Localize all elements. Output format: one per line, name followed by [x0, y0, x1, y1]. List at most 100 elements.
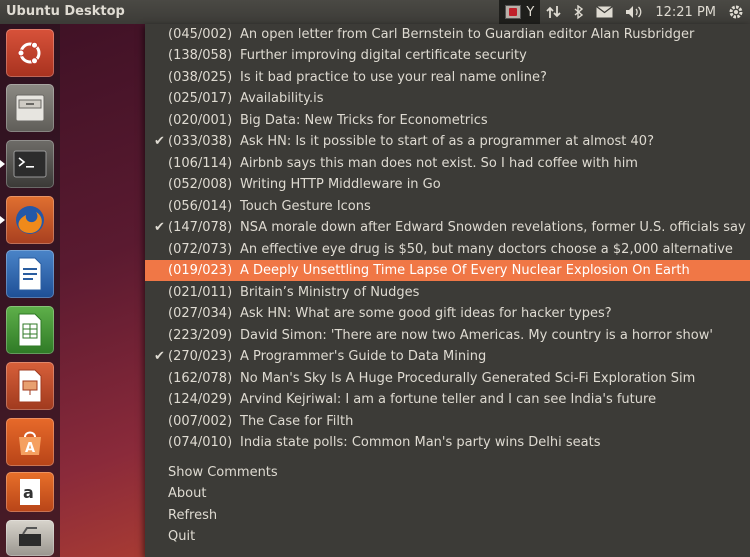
- menu-story-item[interactable]: (106/114) Airbnb says this man does not …: [145, 153, 750, 174]
- hacker-news-menu: (045/002) An open letter from Carl Berns…: [145, 24, 750, 557]
- story-score: (056/014): [168, 199, 233, 214]
- show-comments-item[interactable]: Show Comments: [168, 462, 278, 483]
- menu-story-item[interactable]: (074/010) India state polls: Common Man'…: [145, 432, 750, 453]
- software-center-icon[interactable]: A: [6, 418, 54, 466]
- menu-story-item[interactable]: (027/034) Ask HN: What are some good gif…: [145, 303, 750, 324]
- network-arrows-icon: [546, 6, 561, 18]
- story-title: Arvind Kejriwal: I am a fortune teller a…: [240, 392, 657, 407]
- story-title: An effective eye drug is $50, but many d…: [240, 242, 733, 257]
- menu-story-item[interactable]: (138/058) Further improving digital cert…: [145, 45, 750, 66]
- story-title: Britain’s Ministry of Nudges: [240, 285, 420, 300]
- firefox-icon[interactable]: [6, 196, 54, 244]
- story-title: Further improving digital certificate se…: [240, 48, 527, 63]
- speaker-icon: [626, 6, 642, 18]
- running-indicator: [0, 216, 5, 224]
- menu-story-item[interactable]: (162/078) No Man's Sky Is A Huge Procedu…: [145, 368, 750, 389]
- story-title: No Man's Sky Is A Huge Procedurally Gene…: [240, 371, 696, 386]
- story-title: The Case for Filth: [240, 414, 354, 429]
- story-score: (106/114): [168, 156, 233, 171]
- sound-indicator[interactable]: [619, 0, 649, 24]
- indicator-area: Y 12:21 PM: [499, 0, 750, 24]
- story-score: (007/002): [168, 414, 233, 429]
- session-indicator[interactable]: [722, 0, 750, 24]
- about-item[interactable]: About: [168, 483, 206, 504]
- story-score: (027/034): [168, 306, 233, 321]
- menu-story-item-highlighted[interactable]: (019/023) A Deeply Unsettling Time Lapse…: [145, 260, 750, 281]
- story-title: Ask HN: What are some good gift ideas fo…: [240, 306, 612, 321]
- story-title: David Simon: 'There are now two Americas…: [240, 328, 713, 343]
- settings-icon[interactable]: [6, 520, 54, 556]
- menu-story-item[interactable]: (007/002) The Case for Filth: [145, 411, 750, 432]
- story-score: (223/209): [168, 328, 233, 343]
- menu-story-item[interactable]: ✔ (270/023) A Programmer's Guide to Data…: [145, 346, 750, 367]
- menu-story-item[interactable]: (025/017) Availability.is: [145, 88, 750, 109]
- story-score: (020/001): [168, 113, 233, 128]
- svg-text:a: a: [23, 483, 34, 502]
- menu-story-item[interactable]: (072/073) An effective eye drug is $50, …: [145, 239, 750, 260]
- file-cabinet-icon[interactable]: [6, 84, 54, 132]
- ubuntu-logo-icon: [17, 41, 41, 65]
- checkmark-icon: ✔: [154, 134, 165, 149]
- window-title: Ubuntu Desktop: [6, 4, 125, 19]
- story-score: (045/002): [168, 27, 233, 42]
- quit-item[interactable]: Quit: [168, 526, 195, 547]
- story-score: (138/058): [168, 48, 233, 63]
- story-score: (033/038): [168, 134, 233, 149]
- gear-icon: [729, 5, 743, 19]
- story-score: (124/029): [168, 392, 233, 407]
- hn-app-icon: [505, 5, 522, 19]
- story-score: (038/025): [168, 70, 233, 85]
- story-score: (162/078): [168, 371, 233, 386]
- story-score: (052/008): [168, 177, 233, 192]
- story-title: Ask HN: Is it possible to start of as a …: [240, 134, 654, 149]
- writer-icon[interactable]: [6, 250, 54, 298]
- launcher: A a: [0, 24, 60, 557]
- calc-icon[interactable]: [6, 306, 54, 354]
- messaging-indicator[interactable]: [590, 0, 619, 24]
- menu-story-item[interactable]: (223/209) David Simon: 'There are now tw…: [145, 325, 750, 346]
- menu-story-item[interactable]: (124/029) Arvind Kejriwal: I am a fortun…: [145, 389, 750, 410]
- story-title: Availability.is: [240, 91, 324, 106]
- story-score: (072/073): [168, 242, 233, 257]
- menu-story-item[interactable]: ✔ (033/038) Ask HN: Is it possible to st…: [145, 131, 750, 152]
- story-title: Is it bad practice to use your real name…: [240, 70, 547, 85]
- story-title: Writing HTTP Middleware in Go: [240, 177, 441, 192]
- checkmark-icon: ✔: [154, 220, 165, 235]
- menu-story-item[interactable]: (020/001) Big Data: New Tricks for Econo…: [145, 110, 750, 131]
- story-score: (025/017): [168, 91, 233, 106]
- story-score: (074/010): [168, 435, 233, 450]
- menu-story-item[interactable]: (045/002) An open letter from Carl Berns…: [145, 24, 750, 45]
- clock-indicator[interactable]: 12:21 PM: [649, 0, 722, 24]
- hn-indicator-label: Y: [526, 4, 535, 20]
- story-title: Airbnb says this man does not exist. So …: [240, 156, 638, 171]
- story-title: A Deeply Unsettling Time Lapse Of Every …: [240, 263, 690, 278]
- story-score: (021/011): [168, 285, 233, 300]
- story-title: India state polls: Common Man's party wi…: [240, 435, 601, 450]
- menu-story-item[interactable]: (021/011) Britain’s Ministry of Nudges: [145, 282, 750, 303]
- menu-story-item[interactable]: ✔ (147/078) NSA morale down after Edward…: [145, 217, 750, 238]
- story-title: An open letter from Carl Bernstein to Gu…: [240, 27, 695, 42]
- story-score: (019/023): [168, 263, 233, 278]
- impress-icon[interactable]: [6, 362, 54, 410]
- amazon-icon[interactable]: a: [6, 472, 54, 512]
- bluetooth-indicator[interactable]: [568, 0, 590, 24]
- ubuntu-dash-icon[interactable]: [6, 29, 54, 77]
- running-indicator: [0, 160, 5, 168]
- menu-story-item[interactable]: (056/014) Touch Gesture Icons: [145, 196, 750, 217]
- story-title: A Programmer's Guide to Data Mining: [240, 349, 487, 364]
- story-title: Touch Gesture Icons: [240, 199, 371, 214]
- svg-text:A: A: [25, 441, 35, 456]
- story-score: (147/078): [168, 220, 233, 235]
- top-panel: Ubuntu Desktop Y 12:21 PM: [0, 0, 750, 24]
- menu-story-item[interactable]: (038/025) Is it bad practice to use your…: [145, 67, 750, 88]
- refresh-item[interactable]: Refresh: [168, 505, 217, 526]
- clock-time: 12:21 PM: [655, 4, 716, 20]
- story-title: Big Data: New Tricks for Econometrics: [240, 113, 488, 128]
- checkmark-icon: ✔: [154, 349, 165, 364]
- terminal-icon[interactable]: [6, 140, 54, 188]
- network-indicator[interactable]: [540, 0, 568, 24]
- envelope-icon: [596, 6, 614, 18]
- menu-story-item[interactable]: (052/008) Writing HTTP Middleware in Go: [145, 174, 750, 195]
- hn-indicator[interactable]: Y: [499, 0, 541, 24]
- story-title: NSA morale down after Edward Snowden rev…: [240, 220, 746, 235]
